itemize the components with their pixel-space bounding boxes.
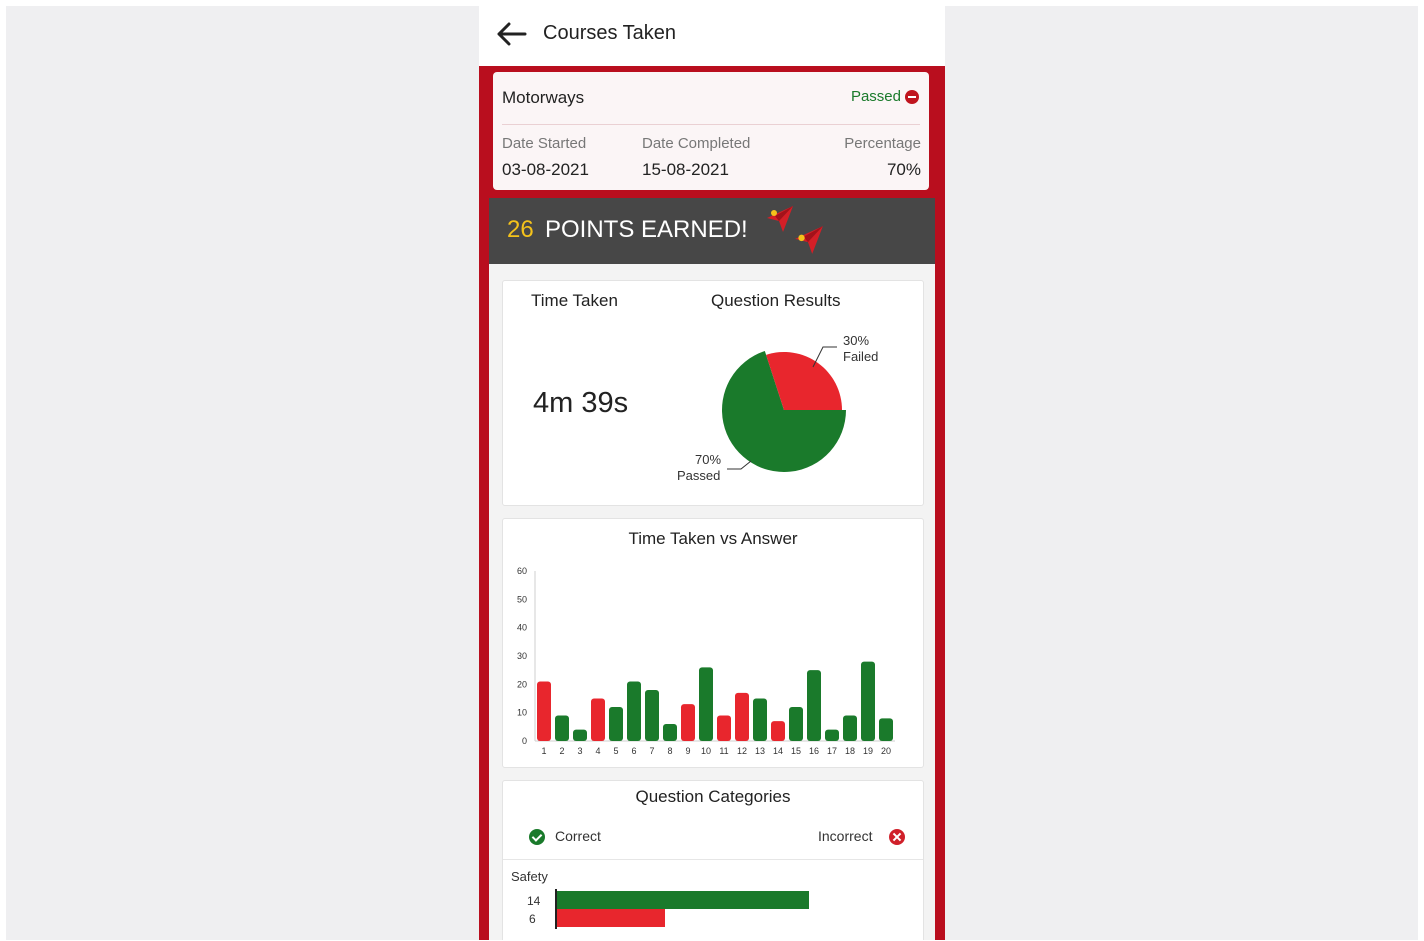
x-tick-label: 20 xyxy=(881,746,891,756)
time-vs-answer-card: Time Taken vs Answer 0 10 20 30 40 50 60 1 2 3 4 5 6… xyxy=(502,518,924,768)
x-tick-label: 7 xyxy=(649,746,654,756)
percentage-value: 70% xyxy=(886,160,921,179)
bar-q12 xyxy=(735,692,749,741)
paper-plane-icon xyxy=(767,206,793,232)
check-circle-icon xyxy=(529,829,545,845)
paper-plane-icon xyxy=(795,226,823,254)
bar-q11 xyxy=(717,715,731,741)
bar-q16 xyxy=(807,670,821,741)
category-incorrect-bar xyxy=(557,909,665,927)
x-tick-label: 17 xyxy=(827,746,837,756)
bar-q1 xyxy=(537,681,551,741)
x-tick-label: 19 xyxy=(863,746,873,756)
x-tick-label: 5 xyxy=(613,746,618,756)
points-banner: 26 POINTS EARNED! xyxy=(489,198,935,264)
legend-incorrect-label: Incorrect xyxy=(818,828,873,844)
y-tick-label: 50 xyxy=(517,594,527,604)
course-card: Motorways Passed Date Started 03-08-2021… xyxy=(493,72,929,190)
percentage-label: Percentage xyxy=(844,135,921,152)
x-tick-label: 4 xyxy=(595,746,600,756)
bar-q18 xyxy=(843,715,857,741)
points-value: 26 xyxy=(507,216,534,243)
back-arrow-icon[interactable] xyxy=(495,20,527,48)
date-completed-label: Date Completed xyxy=(642,135,751,152)
y-tick-label: 30 xyxy=(517,651,527,661)
bar-q20 xyxy=(879,718,893,741)
bar-q3 xyxy=(573,729,587,741)
bar-q4 xyxy=(591,698,605,741)
chart-title: Time Taken vs Answer xyxy=(628,529,798,548)
divider xyxy=(502,124,920,125)
x-tick-label: 15 xyxy=(791,746,801,756)
pie-passed-pct: 70% xyxy=(695,452,722,467)
x-tick-label: 2 xyxy=(559,746,564,756)
course-frame: Motorways Passed Date Started 03-08-2021… xyxy=(479,66,945,940)
legend-correct-label: Correct xyxy=(555,828,601,844)
summary-card: Time Taken Question Results 4m 39s 30% F… xyxy=(502,280,924,506)
category-incorrect-count: 6 xyxy=(529,912,536,926)
bar-q6 xyxy=(627,681,641,741)
category-correct-count: 14 xyxy=(527,894,541,908)
x-tick-label: 14 xyxy=(773,746,783,756)
bar-q13 xyxy=(753,698,767,741)
bar-q10 xyxy=(699,667,713,741)
x-tick-label: 1 xyxy=(541,746,546,756)
x-tick-label: 13 xyxy=(755,746,765,756)
category-correct-bar xyxy=(557,891,809,909)
phone-screen: Courses Taken Motorways Passed Date Star… xyxy=(479,6,945,940)
status-badge: Passed xyxy=(850,88,901,105)
course-name: Motorways xyxy=(502,88,585,107)
results-content: Time Taken Question Results 4m 39s 30% F… xyxy=(489,264,935,940)
pie-leader-lines xyxy=(727,346,837,470)
bar-q17 xyxy=(825,729,839,741)
x-circle-icon xyxy=(889,829,905,845)
x-tick-label: 16 xyxy=(809,746,819,756)
pie-failed-label: Failed xyxy=(843,349,879,364)
date-completed-value: 15-08-2021 xyxy=(642,160,729,179)
pie-failed-pct: 30% xyxy=(843,333,870,348)
x-tick-label: 9 xyxy=(685,746,690,756)
y-tick-label: 60 xyxy=(517,566,527,576)
bar-q7 xyxy=(645,690,659,741)
pie-passed-label: Passed xyxy=(677,468,721,483)
question-categories-card: Question Categories Correct Incorrect Sa… xyxy=(502,780,924,940)
y-tick-label: 0 xyxy=(522,736,527,746)
category-name: Safety xyxy=(511,869,548,884)
x-tick-label: 18 xyxy=(845,746,855,756)
time-taken-label: Time Taken xyxy=(531,291,618,310)
x-tick-label: 11 xyxy=(719,746,728,756)
time-vs-answer-chart: 01020304050601 2 3 4 5 6 7 8 9 10 11 12 13 14 15 16 17 18… xyxy=(517,566,895,756)
bar-q9 xyxy=(681,704,695,741)
x-tick-label: 10 xyxy=(701,746,711,756)
app-header: Courses Taken xyxy=(479,6,945,66)
points-text: POINTS EARNED! xyxy=(545,216,748,243)
bar-q19 xyxy=(861,661,875,741)
bar-q5 xyxy=(609,707,623,741)
y-tick-label: 20 xyxy=(517,679,527,689)
page-title: Courses Taken xyxy=(543,22,677,44)
x-tick-label: 6 xyxy=(631,746,636,756)
y-tick-label: 40 xyxy=(517,623,527,633)
categories-title: Question Categories xyxy=(635,787,791,806)
bar-q2 xyxy=(555,715,569,741)
time-taken-value: 4m 39s xyxy=(533,387,629,419)
x-tick-label: 8 xyxy=(667,746,672,756)
divider xyxy=(503,859,923,860)
status-dot-icon xyxy=(905,90,919,104)
date-started-label: Date Started xyxy=(502,135,587,152)
bar-q8 xyxy=(663,724,677,741)
date-started-value: 03-08-2021 xyxy=(502,160,589,179)
bar-q14 xyxy=(771,721,785,741)
x-tick-label: 12 xyxy=(737,746,747,756)
question-results-label: Question Results xyxy=(711,291,841,310)
x-tick-label: 3 xyxy=(577,746,582,756)
y-tick-label: 10 xyxy=(517,708,527,718)
bar-q15 xyxy=(789,707,803,741)
